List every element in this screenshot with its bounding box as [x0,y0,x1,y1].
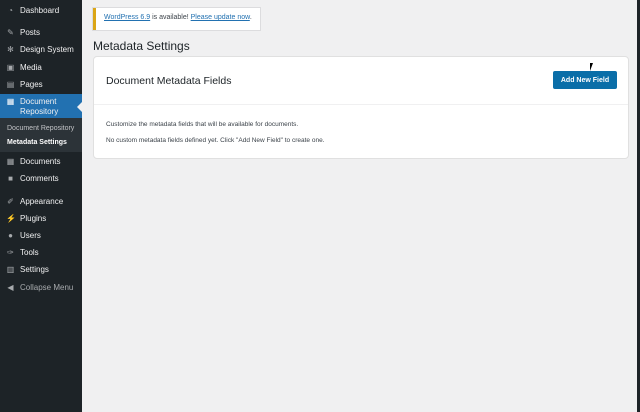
sidebar-item-tools[interactable]: ✑ Tools [0,244,82,261]
dashboard-icon: ◔ [8,6,13,15]
notice-text: is available! [150,14,191,21]
sidebar-item-label: Collapse Menu [20,283,74,292]
document-icon: ▦ [6,157,15,166]
media-icon: ▣ [6,63,15,72]
sidebar-item-label: Plugins [20,214,47,223]
sidebar-item-label: Dashboard [20,6,60,15]
brush-icon: ✐ [7,197,14,206]
current-arrow-icon [77,102,82,112]
update-now-link[interactable]: Please update now [191,14,250,21]
sidebar-item-documents[interactable]: ▦ Documents [0,153,82,170]
plugin-icon: ⚡ [6,214,16,223]
sidebar-item-posts[interactable]: ✎ Posts [0,24,82,41]
gear-icon: ✻ [7,45,14,54]
user-icon: ● [8,231,13,240]
sidebar-item-label: Appearance [20,197,64,206]
sidebar-item-pages[interactable]: ▤ Pages [0,76,82,93]
settings-icon: ▥ [6,265,15,274]
sidebar-item-dashboard[interactable]: ◔ Dashboard [0,2,82,19]
card-title: Document Metadata Fields [106,75,232,87]
comment-icon: ■ [8,174,13,183]
sidebar-item-media[interactable]: ▣ Media [0,59,82,76]
add-new-field-button[interactable]: Add New Field [553,71,617,89]
sidebar-item-comments[interactable]: ■ Comments [0,170,82,187]
update-notice: WordPress 6.9 is available! Please updat… [93,8,260,30]
collapse-icon: ◀ [7,283,14,292]
sidebar-item-label: Settings [20,265,49,274]
sidebar-item-label: Users [20,231,41,240]
submenu: Document Repository Metadata Settings [0,118,82,152]
sidebar-item-label: Posts [20,28,41,37]
sidebar-item-label: Document Repository [20,97,59,116]
mouse-cursor-icon [590,63,596,71]
sidebar-item-design-system[interactable]: ✻ Design System [0,41,82,58]
document-icon: ▦ [6,97,15,106]
description-text: Customize the metadata fields that will … [106,121,299,128]
sidebar-item-label: Documents [20,157,61,166]
wrench-icon: ✑ [7,248,14,257]
sidebar-item-label: Design System [20,45,74,54]
sidebar-item-collapse-menu[interactable]: ◀ Collapse Menu [0,279,82,296]
page-title: Metadata Settings [93,39,190,53]
wordpress-version-link[interactable]: WordPress 6.9 [104,14,150,21]
pages-icon: ▤ [6,80,15,89]
sidebar-item-label: Tools [20,248,39,257]
sidebar-item-document-repository[interactable]: ▦ Document Repository [0,94,82,118]
notice-period: . [249,14,252,21]
pin-icon: ✎ [7,28,14,37]
sidebar-item-users[interactable]: ● Users [0,227,82,244]
sidebar-item-label: Media [20,63,42,72]
sidebar-item-plugins[interactable]: ⚡ Plugins [0,210,82,227]
admin-sidebar: ◔ Dashboard ✎ Posts ✻ Design System ▣ Media ▤ Pag… [0,0,82,412]
card-header: Document Metadata Fields Add New Field [94,57,628,105]
metadata-card: Document Metadata Fields Add New Field C… [93,56,629,159]
submenu-metadata-settings[interactable]: Metadata Settings [7,139,67,146]
sidebar-item-label: Pages [20,80,43,89]
submenu-document-repository[interactable]: Document Repository [7,125,74,132]
sidebar-item-appearance[interactable]: ✐ Appearance [0,193,82,210]
sidebar-item-label: Comments [20,174,59,183]
sidebar-item-settings[interactable]: ▥ Settings [0,261,82,278]
empty-state-text: No custom metadata fields defined yet. C… [106,137,325,144]
